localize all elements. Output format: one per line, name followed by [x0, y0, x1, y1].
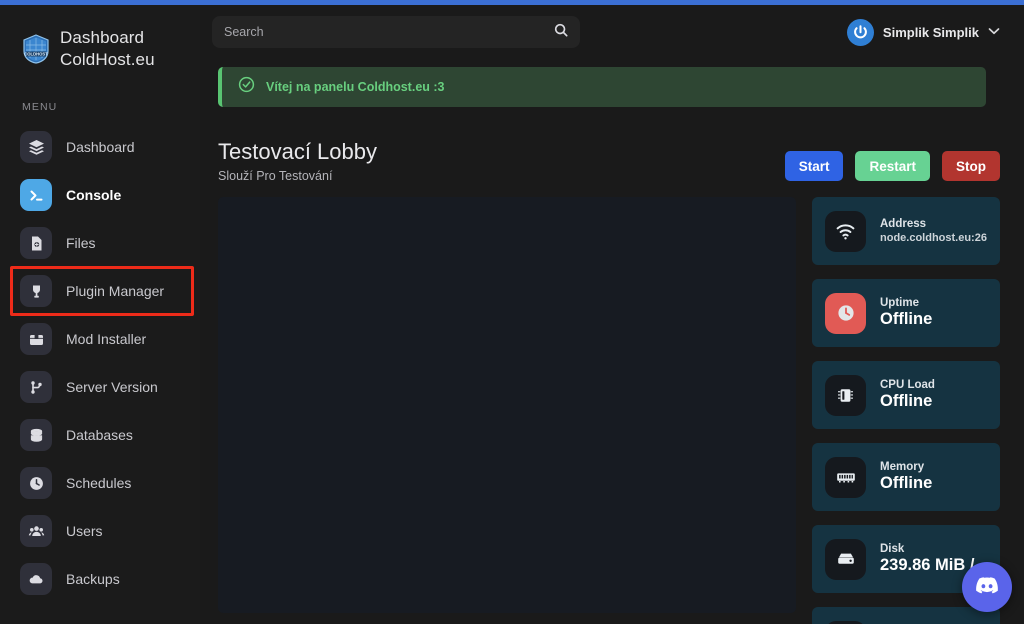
server-header: Testovací Lobby Slouží Pro Testování Sta… [200, 107, 1024, 183]
coldhost-shield-logo-icon: COLDHOST [22, 34, 50, 64]
stat-body: Memory Offline [880, 461, 932, 493]
brand-logo-block[interactable]: COLDHOST Dashboard ColdHost.eu [0, 5, 200, 71]
sidebar: COLDHOST Dashboard ColdHost.eu MENU Dash… [0, 5, 200, 624]
stat-card-address: Address node.coldhost.eu:26012 [812, 197, 1000, 265]
discord-icon [973, 571, 1001, 604]
check-circle-icon [238, 76, 255, 98]
start-button[interactable]: Start [784, 151, 844, 181]
file-icon [20, 227, 52, 259]
brand-title-line2: ColdHost.eu [60, 50, 155, 69]
welcome-banner: Vítej na panelu Coldhost.eu :3 [218, 67, 986, 107]
chevron-down-icon[interactable] [988, 26, 1000, 38]
download-icon [825, 620, 866, 624]
cloud-icon [20, 563, 52, 595]
sidebar-item-dashboard[interactable]: Dashboard [0, 123, 200, 171]
svg-text:COLDHOST: COLDHOST [24, 52, 48, 57]
stat-label: Memory [880, 461, 925, 473]
sidebar-item-console[interactable]: Console [0, 171, 200, 219]
stat-label: Address [880, 218, 927, 230]
search-icon[interactable] [554, 23, 568, 42]
stat-label: Uptime [880, 297, 919, 309]
stat-body: CPU Load Offline [880, 379, 935, 411]
stat-value: Offline [880, 474, 933, 492]
brand-title: Dashboard ColdHost.eu [60, 27, 155, 71]
terminal-icon [20, 179, 52, 211]
page-loading-bar [0, 0, 1024, 5]
stop-button[interactable]: Stop [942, 151, 1000, 181]
users-icon [20, 515, 52, 547]
top-header: Search Simplik Simplik [200, 5, 1024, 59]
package-icon [20, 323, 52, 355]
sidebar-item-backups[interactable]: Backups [0, 555, 200, 603]
hdd-icon [825, 538, 866, 580]
sidebar-item-label: Users [66, 523, 103, 539]
user-name-label: Simplik Simplik [882, 24, 979, 40]
sidebar-item-label: Files [66, 235, 96, 251]
sidebar-item-label: Server Version [66, 379, 158, 395]
stats-panel: Address node.coldhost.eu:26012 [812, 197, 1000, 624]
sidebar-item-users[interactable]: Users [0, 507, 200, 555]
welcome-banner-text: Vítej na panelu Coldhost.eu :3 [266, 80, 445, 94]
sidebar-section-label: MENU [22, 101, 58, 113]
stat-value: Offline [880, 310, 933, 328]
stat-card-network-inbound: Network (Inbound) [812, 607, 1000, 624]
restart-button[interactable]: Restart [855, 151, 930, 181]
wifi-icon [825, 210, 866, 252]
search-placeholder: Search [224, 25, 264, 39]
stat-value: Offline [880, 392, 933, 410]
stat-card-uptime: Uptime Offline [812, 279, 1000, 347]
plug-icon [20, 275, 52, 307]
console-output[interactable] [218, 197, 796, 613]
server-title-block: Testovací Lobby Slouží Pro Testování [218, 139, 785, 183]
cpu-icon [825, 374, 866, 416]
layers-icon [20, 131, 52, 163]
sidebar-item-label: Mod Installer [66, 331, 147, 347]
sidebar-item-label: Schedules [66, 475, 132, 491]
stat-card-memory: Memory Offline [812, 443, 1000, 511]
clock-icon [825, 292, 866, 334]
sidebar-item-databases[interactable]: Databases [0, 411, 200, 459]
sidebar-item-label: Plugin Manager [66, 283, 165, 299]
stat-body: Address node.coldhost.eu:26012 [880, 218, 987, 244]
sidebar-item-files[interactable]: Files [0, 219, 200, 267]
user-menu[interactable]: Simplik Simplik [846, 18, 1000, 46]
sidebar-item-label: Databases [66, 427, 133, 443]
git-branch-icon [20, 371, 52, 403]
page-title: Testovací Lobby [218, 139, 377, 164]
database-icon [20, 419, 52, 451]
sidebar-item-label: Backups [66, 571, 120, 587]
page-subtitle: Slouží Pro Testování [218, 169, 333, 183]
stat-card-cpu-load: CPU Load Offline [812, 361, 1000, 429]
sidebar-item-label: Console [66, 187, 122, 203]
sidebar-item-schedules[interactable]: Schedules [0, 459, 200, 507]
search-input[interactable]: Search [212, 16, 580, 48]
discord-button[interactable] [962, 562, 1012, 612]
stat-value: node.coldhost.eu:26012 [880, 232, 987, 244]
sidebar-item-mod-installer[interactable]: Mod Installer [0, 315, 200, 363]
sidebar-item-server-version[interactable]: Server Version [0, 363, 200, 411]
stat-body: Uptime Offline [880, 297, 932, 329]
clock-icon [20, 467, 52, 499]
sidebar-item-plugin-manager[interactable]: Plugin Manager [10, 266, 194, 316]
main-content: Search Simplik Simplik Vítej na panelu C… [200, 5, 1024, 624]
memory-icon [825, 456, 866, 498]
stat-label: CPU Load [880, 379, 935, 391]
sidebar-item-label: Dashboard [66, 139, 135, 155]
power-avatar-icon [846, 18, 874, 46]
stat-label: Disk [880, 543, 905, 555]
power-actions: Start Restart Stop [784, 151, 1000, 183]
console-and-stats: Address node.coldhost.eu:26012 [200, 183, 1024, 624]
brand-title-line1: Dashboard [60, 28, 145, 47]
